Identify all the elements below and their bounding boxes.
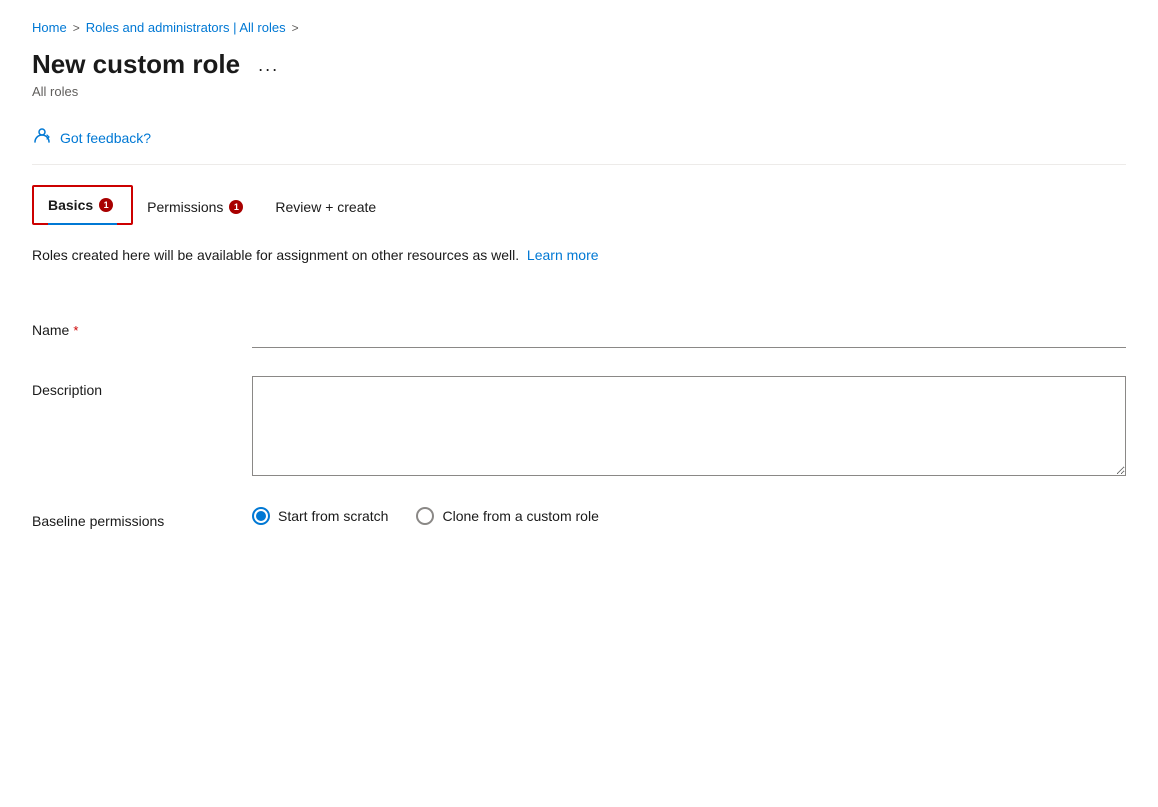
radio-scratch-label: Start from scratch [278, 508, 388, 524]
info-text: Roles created here will be available for… [32, 247, 519, 263]
form-row-baseline: Baseline permissions Start from scratch … [32, 493, 1126, 543]
tab-permissions[interactable]: Permissions 1 [133, 189, 261, 225]
feedback-icon [32, 125, 52, 150]
baseline-options-wrap: Start from scratch Clone from a custom r… [252, 507, 1126, 525]
radio-clone-indicator [416, 507, 434, 525]
description-textarea[interactable] [252, 376, 1126, 476]
form-section: Name * Description Baseline permissions [32, 302, 1126, 543]
name-required: * [73, 323, 78, 338]
tab-permissions-badge: 1 [229, 200, 243, 214]
form-row-description: Description [32, 362, 1126, 493]
radio-scratch-indicator [252, 507, 270, 525]
tabs-row: Basics 1 Permissions 1 Review + create [32, 185, 1126, 225]
radio-clone-label: Clone from a custom role [442, 508, 598, 524]
radio-scratch-inner [256, 511, 266, 521]
feedback-link[interactable]: Got feedback? [60, 130, 151, 146]
breadcrumb-roles-admin[interactable]: Roles and administrators | All roles [86, 20, 286, 35]
tab-permissions-label: Permissions [147, 199, 223, 215]
tab-basics-badge: 1 [99, 198, 113, 212]
name-input[interactable] [252, 316, 1126, 348]
tab-review-create[interactable]: Review + create [261, 189, 394, 225]
baseline-label: Baseline permissions [32, 507, 252, 529]
feedback-bar: Got feedback? [32, 117, 1126, 165]
page-title: New custom role [32, 49, 240, 80]
breadcrumb-sep-2: > [292, 21, 299, 35]
radio-group: Start from scratch Clone from a custom r… [252, 507, 1126, 525]
form-row-name: Name * [32, 302, 1126, 362]
breadcrumb-sep-1: > [73, 21, 80, 35]
radio-scratch[interactable]: Start from scratch [252, 507, 388, 525]
tab-review-label: Review + create [275, 199, 376, 215]
info-bar: Roles created here will be available for… [32, 245, 1126, 266]
page-subtitle: All roles [32, 84, 1126, 99]
tab-basics[interactable]: Basics 1 [32, 185, 133, 225]
radio-clone[interactable]: Clone from a custom role [416, 507, 598, 525]
name-label: Name * [32, 316, 252, 338]
name-input-wrap [252, 316, 1126, 348]
description-input-wrap [252, 376, 1126, 479]
tab-basics-label: Basics [48, 197, 93, 213]
page-container: Home > Roles and administrators | All ro… [0, 0, 1158, 563]
more-options-button[interactable]: ... [252, 54, 285, 76]
breadcrumb-home[interactable]: Home [32, 20, 67, 35]
breadcrumb: Home > Roles and administrators | All ro… [32, 20, 1126, 35]
page-title-row: New custom role ... [32, 49, 1126, 80]
description-label: Description [32, 376, 252, 398]
learn-more-link[interactable]: Learn more [527, 247, 599, 263]
